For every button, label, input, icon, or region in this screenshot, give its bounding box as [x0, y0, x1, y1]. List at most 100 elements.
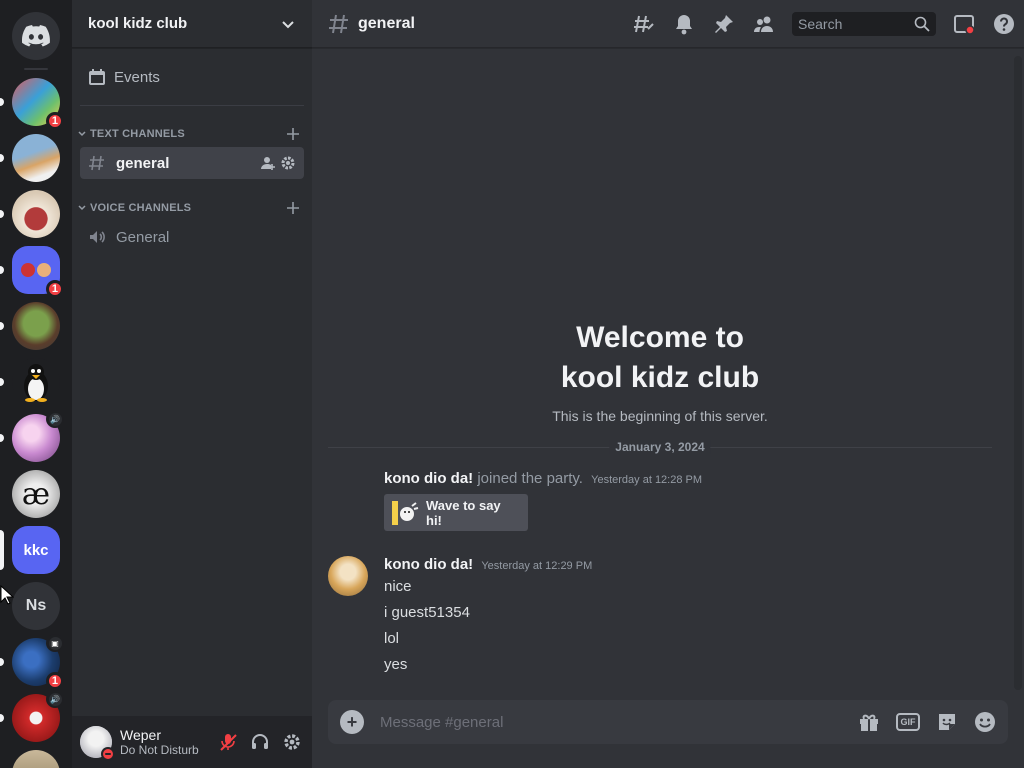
threads-button[interactable] [632, 12, 656, 36]
welcome-title-line1: Welcome to [576, 321, 744, 354]
emoji-icon[interactable] [974, 711, 996, 733]
discord-app: 1 1 🔊 æ kkc Ns ▣ 1 🔊 kool kidz club Even… [0, 0, 1024, 768]
chat-header: general Search [312, 0, 1024, 48]
voice-activity-badge: 🔊 [46, 690, 64, 708]
microphone-muted-icon [220, 734, 237, 751]
server-icon[interactable]: æ [12, 470, 60, 518]
member-list-button[interactable] [752, 12, 776, 36]
inbox-button[interactable] [952, 12, 976, 36]
create-invite-icon[interactable] [260, 155, 276, 171]
server-icon[interactable] [12, 750, 60, 768]
server-avatar [12, 190, 60, 238]
gift-icon[interactable] [858, 711, 880, 733]
mention-badge: 1 [45, 672, 64, 690]
hashtag-icon [88, 154, 110, 172]
speaker-icon: 🔊 [48, 692, 62, 706]
username: Weper [120, 726, 161, 743]
server-icon[interactable] [12, 358, 60, 406]
gear-icon[interactable] [280, 155, 296, 171]
channel-name: general [116, 154, 170, 172]
home-button[interactable] [12, 12, 60, 60]
welcome-title-line2: kool kidz club [560, 361, 760, 394]
gif-icon[interactable]: GIF [896, 713, 920, 731]
active-pill [0, 530, 4, 570]
server-icon[interactable] [12, 302, 60, 350]
mute-button[interactable] [216, 730, 240, 754]
message-composer[interactable]: + Message #general GIF [328, 700, 1008, 744]
message-input[interactable]: Message #general [380, 714, 858, 731]
join-message: kono dio da! joined the party. Yesterday… [384, 470, 702, 487]
add-attachment-button[interactable]: + [340, 710, 364, 734]
message-avatar[interactable] [328, 556, 368, 596]
server-icon-active[interactable]: kkc [12, 526, 60, 574]
sticker-icon[interactable] [936, 711, 958, 733]
category-voice-channels[interactable]: VOICE CHANNELS [74, 198, 310, 218]
add-channel-icon[interactable] [286, 201, 300, 215]
mention-badge: 1 [45, 112, 64, 130]
server-icon[interactable]: 1 [12, 246, 64, 298]
pinned-messages-button[interactable] [712, 12, 736, 36]
server-icon[interactable] [12, 190, 60, 238]
server-icon[interactable]: ▣ 1 [12, 634, 64, 690]
unread-pill [0, 266, 4, 274]
unread-pill [0, 658, 4, 666]
sidebar-divider [80, 105, 304, 106]
penguin-icon [12, 358, 60, 406]
gear-icon [284, 734, 300, 750]
mention-badge: 1 [45, 280, 64, 298]
speaker-icon: 🔊 [48, 412, 62, 426]
message-line: i guest51354 [384, 604, 470, 621]
search-icon [914, 16, 930, 32]
server-avatar [12, 750, 60, 768]
voice-activity-badge: 🔊 [46, 410, 64, 428]
server-avatar [12, 134, 60, 182]
message-author[interactable]: kono dio da! [384, 470, 473, 487]
server-icon[interactable]: 1 [12, 78, 64, 130]
channel-general[interactable]: general [80, 147, 304, 179]
chat-scrollbar[interactable] [1014, 56, 1022, 690]
search-input[interactable]: Search [792, 11, 936, 36]
bell-icon [676, 14, 692, 34]
add-channel-icon[interactable] [286, 127, 300, 141]
join-text: joined the party. [477, 470, 583, 487]
message-line: lol [384, 630, 400, 647]
server-avatar: kkc [12, 526, 60, 574]
user-settings-button[interactable] [280, 730, 304, 754]
server-avatar: æ [12, 470, 60, 518]
chevron-down-icon [78, 205, 86, 211]
events-button[interactable]: Events [80, 60, 304, 94]
user-avatar[interactable] [80, 726, 115, 761]
guild-header[interactable]: kool kidz club [72, 0, 312, 48]
wave-sticker-icon [392, 500, 420, 526]
speaker-icon [88, 228, 110, 246]
notifications-button[interactable] [672, 12, 696, 36]
channel-voice-general[interactable]: General [80, 221, 304, 253]
search-placeholder: Search [798, 15, 843, 32]
server-icon[interactable] [12, 134, 60, 182]
unread-pill [0, 434, 4, 442]
server-icon[interactable]: 🔊 [12, 690, 64, 742]
server-icon[interactable]: 🔊 [12, 410, 64, 462]
category-text-channels[interactable]: TEXT CHANNELS [74, 124, 310, 144]
user-panel: Weper Do Not Disturb [72, 716, 312, 768]
wave-button[interactable]: Wave to say hi! [384, 494, 528, 531]
members-icon [754, 16, 773, 32]
channel-sidebar: kool kidz club Events TEXT CHANNELS gene… [72, 0, 312, 768]
message-header: kono dio da! Yesterday at 12:29 PM [384, 556, 592, 573]
user-info[interactable]: Weper Do Not Disturb [120, 727, 208, 758]
category-label: TEXT CHANNELS [90, 128, 185, 140]
calendar-icon: ▣ [48, 636, 62, 650]
help-button[interactable] [992, 12, 1016, 36]
rail-separator [24, 68, 48, 70]
event-badge: ▣ [46, 634, 64, 652]
message-line: nice [384, 578, 412, 595]
hashtag-icon [329, 14, 348, 33]
unread-pill [0, 154, 4, 162]
server-icon[interactable]: Ns [12, 582, 60, 630]
help-icon [994, 13, 1014, 34]
unread-pill [0, 98, 4, 106]
deafen-button[interactable] [248, 730, 272, 754]
unread-pill [0, 378, 4, 386]
message-author[interactable]: kono dio da! [384, 556, 473, 573]
discord-logo-icon [12, 12, 60, 60]
